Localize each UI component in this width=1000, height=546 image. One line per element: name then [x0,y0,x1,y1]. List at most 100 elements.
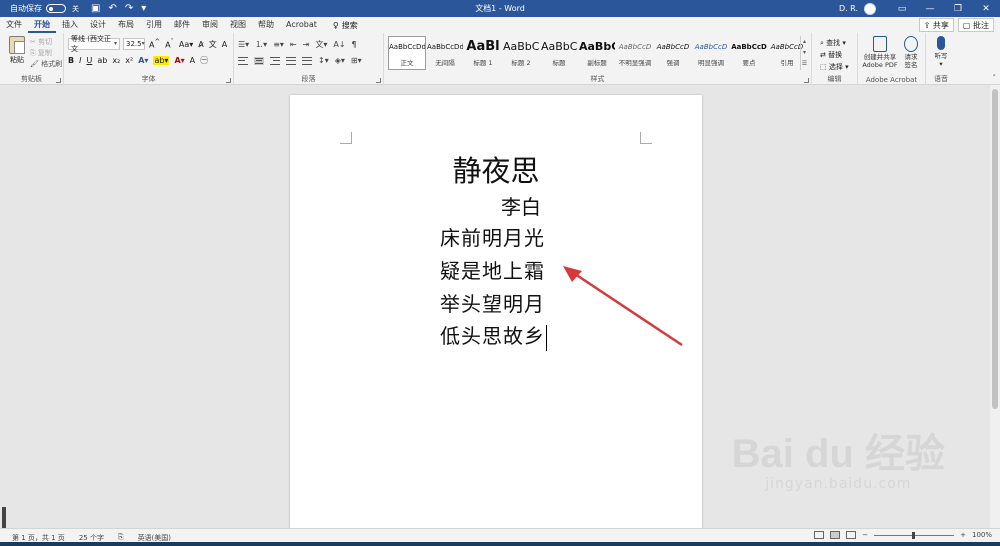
autosave-toggle[interactable] [46,4,66,13]
underline-icon[interactable]: U [86,56,92,65]
clipboard-launcher-icon[interactable] [56,78,61,83]
char-border-icon[interactable]: A [221,40,228,49]
distributed-icon[interactable] [302,56,312,65]
scrollbar-thumb[interactable] [992,89,998,409]
borders-icon[interactable]: ⊞▾ [351,56,362,65]
style-no-spacing[interactable]: AaBbCcDd 无间隔 [426,36,464,70]
char-shading-icon[interactable]: A [190,56,195,65]
strikethrough-icon[interactable]: ab [97,56,107,65]
close-icon[interactable]: ✕ [972,4,1000,14]
font-launcher-icon[interactable] [226,78,231,83]
create-pdf-button[interactable]: 创建并共享 Adobe PDF [862,36,898,69]
tab-design[interactable]: 设计 [84,17,112,33]
zoom-in-icon[interactable]: + [960,531,966,539]
save-icon[interactable]: ▣ [91,3,100,14]
style-subtitle[interactable]: AaBbC 副标题 [578,36,616,70]
highlight-icon[interactable]: ab▾ [153,56,170,65]
font-color-icon[interactable]: A▾ [174,56,184,65]
document-page[interactable]: 静夜思 李白 床前明月光 疑是地上霜 举头望明月 低头思故乡 [290,95,702,535]
share-button[interactable]: ⇪ 共享 [918,18,954,32]
vertical-scrollbar[interactable] [990,85,1000,528]
multilevel-list-icon[interactable]: ≡▾ [273,40,284,49]
poem-title[interactable]: 静夜思 [290,148,702,190]
format-painter-button[interactable]: 🖌 格式刷 [30,59,62,70]
shading-icon[interactable]: ◈▾ [335,56,345,65]
change-case-icon[interactable]: Aa▾ [178,40,194,49]
ribbon-display-icon[interactable]: ▭ [888,4,916,14]
autosave[interactable]: 自动保存 关 [0,3,79,14]
align-right-icon[interactable] [270,56,280,65]
tab-view[interactable]: 视图 [224,17,252,33]
print-layout-icon[interactable] [830,531,841,539]
poem-author[interactable]: 李白 [501,191,541,220]
shrink-font-icon[interactable]: Aˇ [164,38,175,50]
tab-insert[interactable]: 插入 [56,17,84,33]
subscript-icon[interactable]: x₂ [112,56,120,65]
font-name-select[interactable]: 等线 (西文正文 ▾ [68,35,120,53]
style-strong[interactable]: AaBbCcD 要点 [730,36,768,70]
bullets-icon[interactable]: ☰▾ [238,40,249,49]
style-intense-emphasis[interactable]: AaBbCcD 明显强调 [692,36,730,70]
zoom-slider[interactable] [874,531,955,539]
style-normal[interactable]: AaBbCcDd 正文 [388,36,426,70]
style-heading-1[interactable]: AaBl 标题 1 [464,36,502,70]
zoom-level[interactable]: 100% [972,531,992,539]
sort-icon[interactable]: A↓ [333,40,345,49]
tab-help[interactable]: 帮助 [252,17,280,33]
bold-icon[interactable]: B [68,56,74,65]
tab-mailings[interactable]: 邮件 [168,17,196,33]
poem-line-last[interactable]: 低头思故乡 [440,320,547,351]
dictate-button[interactable]: 听写 ▾ [930,36,952,68]
read-mode-icon[interactable] [814,531,825,539]
collapse-ribbon-icon[interactable]: ˄ [993,74,997,82]
replace-button[interactable]: ⇄ 替换 [820,49,849,61]
zoom-out-icon[interactable]: − [862,531,868,539]
paragraph-launcher-icon[interactable] [376,78,381,83]
web-layout-icon[interactable] [846,531,857,539]
decrease-indent-icon[interactable]: ⇤ [290,40,297,49]
style-subtle-emphasis[interactable]: AaBbCcD 不明显强调 [616,36,654,70]
increase-indent-icon[interactable]: ⇥ [303,40,310,49]
tab-review[interactable]: 审阅 [196,17,224,33]
proofing-icon[interactable]: ⎘ [118,533,124,542]
italic-icon[interactable]: I [79,56,81,65]
avatar[interactable] [864,2,876,15]
chinese-layout-icon[interactable]: 文▾ [315,39,327,50]
align-center-icon[interactable] [254,56,264,65]
tab-layout[interactable]: 布局 [112,17,140,33]
grow-font-icon[interactable]: A^ [148,38,161,50]
word-count[interactable]: 25 个字 [79,533,104,543]
request-signature-button[interactable]: 请求 签名 [900,36,922,69]
cut-button[interactable]: ✂ 剪切 [30,37,62,48]
tell-me-search[interactable]: ♀ 搜索 [333,20,358,31]
style-heading-2[interactable]: AaBbC 标题 2 [502,36,540,70]
poem-line[interactable]: 举头望明月 [440,288,545,317]
justify-icon[interactable] [286,56,296,65]
gallery-scroll[interactable]: ▴ ▾ ☰ [800,36,808,70]
redo-icon[interactable]: ↷ [125,3,133,14]
text-effects-icon[interactable]: A▾ [138,56,148,65]
copy-button[interactable]: ⎘ 复制 [30,48,62,59]
line-spacing-icon[interactable]: ↕▾ [318,56,329,65]
select-button[interactable]: ⬚ 选择 ▾ [820,61,849,73]
paste-button[interactable]: 粘贴 [6,36,28,65]
tab-home[interactable]: 开始 [28,17,56,33]
enclose-char-icon[interactable]: ㊀ [200,55,208,66]
language-status[interactable]: 英语(美国) [138,533,171,543]
font-size-select[interactable]: 32.5 ▾ [123,38,145,50]
find-button[interactable]: ⌕ 查找 ▾ [820,37,849,49]
tab-file[interactable]: 文件 [0,17,28,33]
page-count[interactable]: 第 1 页，共 1 页 [12,533,65,543]
styles-launcher-icon[interactable] [804,78,809,83]
clear-format-icon[interactable]: A̷ [197,40,204,49]
user-name[interactable]: D. R. [839,4,858,13]
customize-icon[interactable]: ▾ [141,3,146,14]
undo-icon[interactable]: ↶ [108,3,116,14]
align-left-icon[interactable] [238,56,248,65]
restore-icon[interactable]: ❐ [944,4,972,14]
style-title[interactable]: AaBbC 标题 [540,36,578,70]
minimize-icon[interactable]: — [916,4,944,14]
show-marks-icon[interactable]: ¶ [352,40,357,49]
numbering-icon[interactable]: ⒈▾ [255,39,267,50]
tab-references[interactable]: 引用 [140,17,168,33]
